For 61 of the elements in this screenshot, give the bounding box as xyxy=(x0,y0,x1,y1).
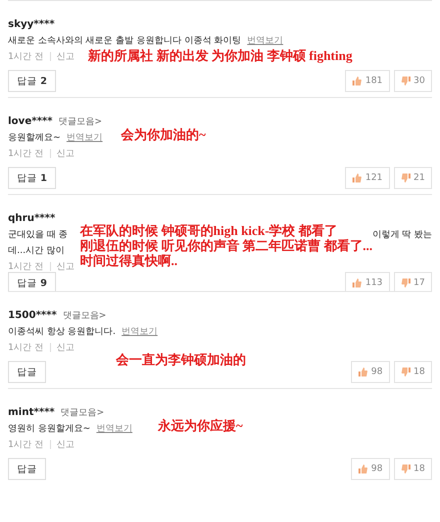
thumbs-down-icon xyxy=(400,464,411,474)
thumbs-up-icon xyxy=(352,278,362,288)
comment-time: 1시간 전 xyxy=(8,342,44,354)
dislike-button[interactable]: 30 xyxy=(394,70,432,92)
comment-text: 데...시간 많이 xyxy=(8,244,64,256)
translate-link[interactable]: 번역보기 xyxy=(122,324,158,338)
thumbs-up-icon xyxy=(358,367,368,377)
report-link[interactable]: 신고 xyxy=(56,438,75,450)
translation-note: 刚退伍的时候 听见你的声音 第二年匹诺曹 都看了... xyxy=(80,238,372,253)
comment-time: 1시간 전 xyxy=(8,148,44,160)
reply-button[interactable]: 답글 1 xyxy=(8,167,56,189)
username: 1500**** xyxy=(8,310,57,320)
comment-text: 영원히 응원할게요~ xyxy=(8,422,90,434)
translation-note: 会一直为李钟硕加油的 xyxy=(116,352,246,367)
comment-collection-link[interactable]: 댓글모음> xyxy=(60,406,104,418)
translation-note: 永远为你应援~ xyxy=(158,418,243,433)
thumbs-down-icon xyxy=(400,367,411,377)
thumbs-up-icon xyxy=(352,76,362,86)
translate-link[interactable]: 번역보기 xyxy=(247,34,284,46)
comment-collection-link[interactable]: 댓글모음> xyxy=(58,114,102,128)
username: skyy**** xyxy=(8,18,55,30)
reply-button[interactable]: 답글 xyxy=(8,458,46,480)
translation-note: 会为你加油的~ xyxy=(121,127,206,142)
translation-note: 在军队的时候 钟硕哥的high kick-学校 都看了 xyxy=(80,223,338,238)
translate-link[interactable]: 번역보기 xyxy=(66,130,103,144)
report-link[interactable]: 신고 xyxy=(56,260,75,272)
report-link[interactable]: 신고 xyxy=(56,340,75,354)
like-button[interactable]: 98 xyxy=(351,361,390,383)
dislike-button[interactable]: 18 xyxy=(394,361,432,383)
report-link[interactable]: 신고 xyxy=(56,146,75,160)
reply-button[interactable]: 답글 2 xyxy=(8,70,56,92)
dislike-button[interactable]: 17 xyxy=(394,272,432,291)
comment-collection-link[interactable]: 댓글모음> xyxy=(62,308,106,322)
comment-time: 1시간 전 xyxy=(8,260,44,272)
like-button[interactable]: 113 xyxy=(345,272,390,291)
username: mint**** xyxy=(8,406,55,418)
username: qhru**** xyxy=(8,212,56,224)
dislike-button[interactable]: 21 xyxy=(394,167,432,189)
comment-time: 1시간 전 xyxy=(8,438,44,450)
thumbs-up-icon xyxy=(352,173,362,183)
reply-button[interactable]: 답글 xyxy=(8,361,46,383)
comment-text: 이렇게 딱 봤는 xyxy=(372,228,432,240)
like-button[interactable]: 181 xyxy=(345,70,390,92)
comment-text: 응원할께요~ xyxy=(8,132,61,144)
comment-text: 새로운 소속사와의 새로운 출발 응원합니다 이종석 화이팅 xyxy=(8,34,242,46)
comment-text: 군대있을 때 종 xyxy=(8,228,68,240)
thumbs-down-icon xyxy=(400,76,411,86)
dislike-button[interactable]: 18 xyxy=(394,458,432,480)
translation-note: 时间过得真快啊.. xyxy=(80,253,178,268)
reply-button[interactable]: 답글 9 xyxy=(8,272,56,291)
username: love**** xyxy=(8,116,53,126)
translation-note: 新的所属社 新的出发 为你加油 李钟硕 fighting xyxy=(88,48,352,63)
thumbs-down-icon xyxy=(400,278,411,288)
like-button[interactable]: 121 xyxy=(345,167,390,189)
like-button[interactable]: 98 xyxy=(351,458,390,480)
comment-text: 이종석씨 항상 응원합니다. xyxy=(8,326,116,338)
comment-time: 1시간 전 xyxy=(8,50,44,62)
thumbs-down-icon xyxy=(400,173,411,183)
thumbs-up-icon xyxy=(358,464,368,474)
translate-link[interactable]: 번역보기 xyxy=(96,422,132,434)
report-link[interactable]: 신고 xyxy=(56,50,75,62)
